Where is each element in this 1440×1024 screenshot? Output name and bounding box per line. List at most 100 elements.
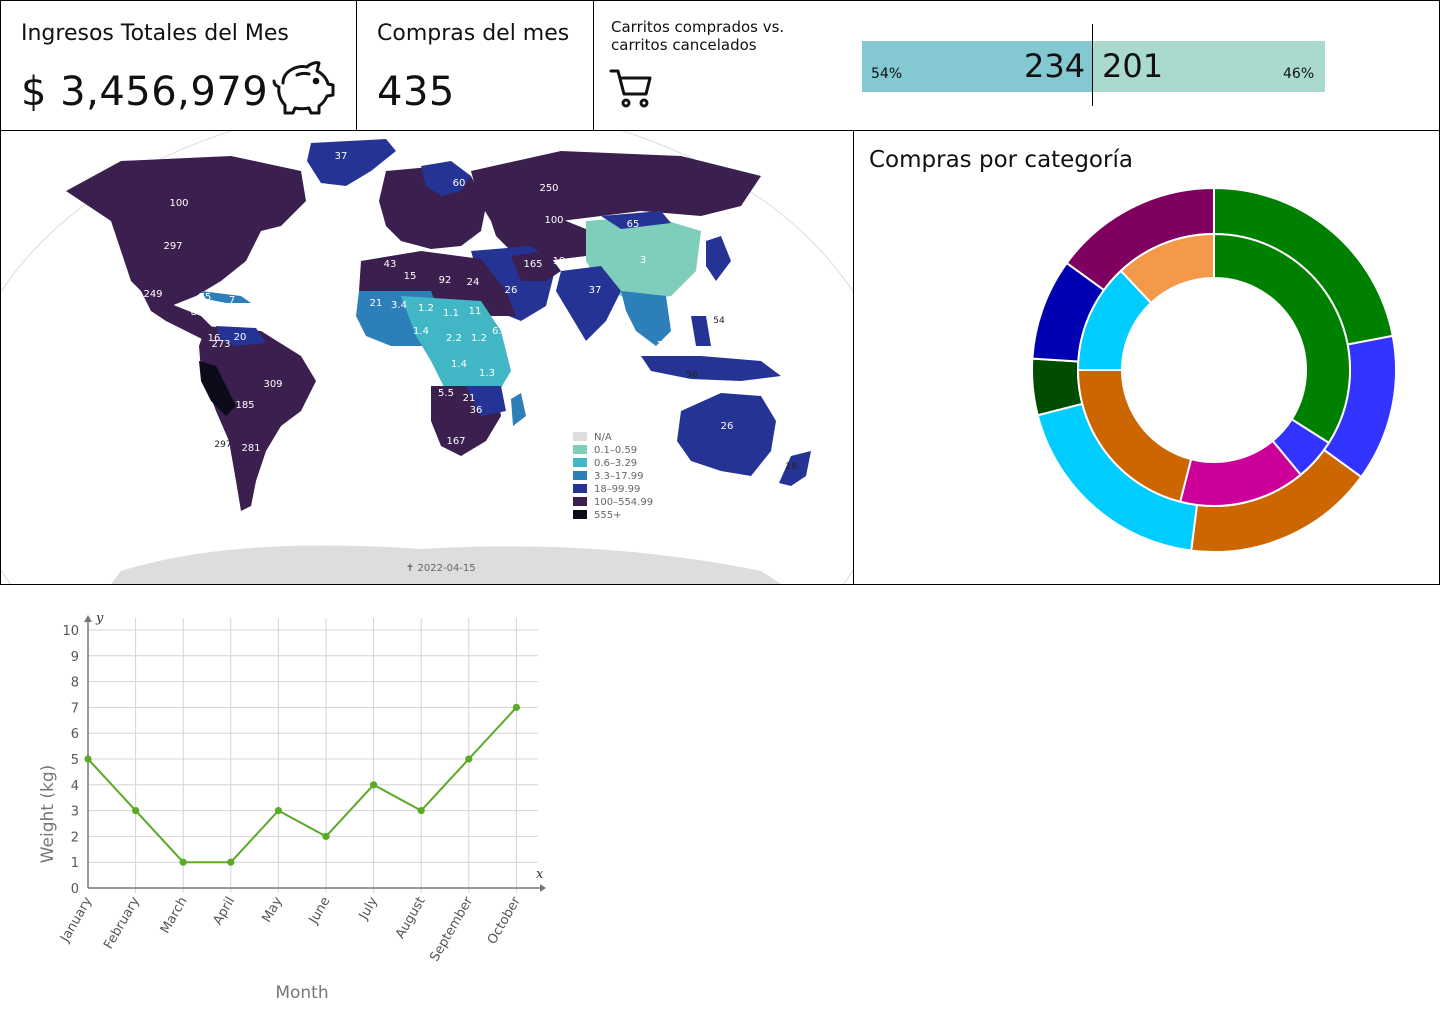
map-region-label: 26 [721,421,734,432]
piggy-bank-icon [272,61,335,115]
map-region-label: 19 [553,256,566,267]
category-donut-panel: Compras por categoría [853,130,1440,585]
x-tick-label: January [57,894,95,945]
data-point [179,858,187,866]
y-tick-label: 6 [71,727,79,742]
x-tick-label: June [306,895,334,928]
y-tick-label: 10 [62,624,79,639]
legend-label: N/A [594,432,612,443]
category-donut-chart [1031,186,1397,553]
x-tick-label: March [158,895,191,937]
legend-label: 3.3–17.99 [594,471,644,482]
map-region-label: 15 [404,271,417,282]
data-point [227,858,235,866]
map-region-label: 165 [523,259,542,270]
legend-label: 18–99.99 [594,484,640,495]
map-region-label: 281 [241,443,260,454]
y-tick-label: 8 [71,676,79,691]
map-region-label: 23 [736,247,749,258]
bought-count: 234 [1024,47,1086,85]
map-date-note: ✝ 2022-04-15 [406,563,476,574]
map-region-label: 87 [191,307,204,318]
x-tick-label: July [356,894,381,923]
map-region-label: 6.3 [492,326,508,337]
y-axis-letter: y [95,611,104,626]
donut-title: Compras por categoría [869,147,1133,173]
legend-swatch [573,432,587,441]
map-region-label: 5.5 [438,388,454,399]
map-region-label: 75 [199,292,212,303]
y-axis-label: Weight (kg) [38,765,58,864]
data-point [370,781,378,789]
carts-title: Carritos comprados vs. carritos cancelad… [611,18,785,54]
map-region-label: 108 [656,340,675,351]
legend-swatch [573,484,587,493]
legend-swatch [573,497,587,506]
map-region-label: 60 [453,178,466,189]
legend-swatch [573,510,587,519]
map-region-label: 1.2 [471,333,487,344]
map-region-label: 167 [446,436,465,447]
legend-swatch [573,458,587,467]
map-region-label: 11 [469,306,482,317]
world-map-panel: 37 100 297 249 250 100 65 3 23 92 24 26 15 43 21 3.4 1.2… [0,130,854,585]
x-tick-label: September [427,894,476,964]
chart-axes [84,615,546,892]
map-region-label: 65 [627,219,640,230]
legend-label: 555+ [594,510,621,521]
map-region-label: 2.2 [446,333,462,344]
map-region-label: 92 [439,275,452,286]
world-choropleth-map: 37 100 297 249 250 100 65 3 23 92 24 26 15 43 21 3.4 1.2… [1,131,853,584]
map-region-label: 185 [235,400,254,411]
map-region-label: 56 [686,370,698,380]
chart-grid [88,618,538,893]
y-tick-label: 3 [71,805,79,820]
map-region-label: 24 [467,277,480,288]
map-region-label: 250 [539,183,558,194]
map-region-label: 20 [234,332,247,343]
x-tick-label: October [485,894,524,947]
y-tick-label: 2 [71,830,79,845]
map-region-label: 16 [208,333,221,344]
map-region-label: 1.3 [479,368,495,379]
map-region-label: 21 [370,298,383,309]
x-tick-label: August [393,895,429,942]
y-tick-label: 0 [71,882,79,897]
map-region-label: 1.4 [451,359,467,370]
x-tick-label: April [210,895,238,928]
map-region-label: 21 [463,393,476,404]
cancelled-count: 201 [1102,47,1164,85]
x-tick-labels: January February March April May June July Augu… [57,894,524,964]
y-axis-arrow [84,615,92,622]
legend-label: 100–554.99 [594,497,653,508]
legend-label: 0.6–3.29 [594,458,637,469]
map-region-label: 18 [785,462,797,472]
map-region-label: 100 [544,215,563,226]
map-region-label: 43 [384,259,397,270]
bar-divider [1092,24,1093,106]
bought-percent: 54% [871,66,903,82]
map-region-label: 37 [335,151,348,162]
donut-outer-slice [1031,357,1084,417]
data-point [274,807,282,815]
cancelled-percent: 46% [1283,66,1315,82]
y-tick-label: 9 [71,650,79,665]
weight-line-chart: 0 1 2 3 4 5 6 7 8 9 10 January February March April Ma… [38,611,546,1003]
x-tick-label: May [259,894,286,925]
purchases-value: 435 [377,69,455,115]
cart-icon [609,69,652,108]
data-point [512,703,521,711]
revenue-value: $ 3,456,979 [21,69,269,115]
purchases-title: Compras del mes [377,21,570,46]
legend-label: 0.1–0.59 [594,445,637,456]
data-point [417,807,425,815]
y-tick-labels: 0 1 2 3 4 5 6 7 8 9 10 [62,624,79,897]
map-region-label: 37 [589,285,602,296]
y-tick-label: 5 [71,753,79,768]
map-region-label: 1.2 [418,303,434,314]
map-region-label: 36 [470,405,483,416]
map-region-label: 1.1 [443,308,459,319]
data-point [465,755,473,763]
x-axis-arrow [540,884,546,892]
map-region-label: 3 [640,255,646,266]
